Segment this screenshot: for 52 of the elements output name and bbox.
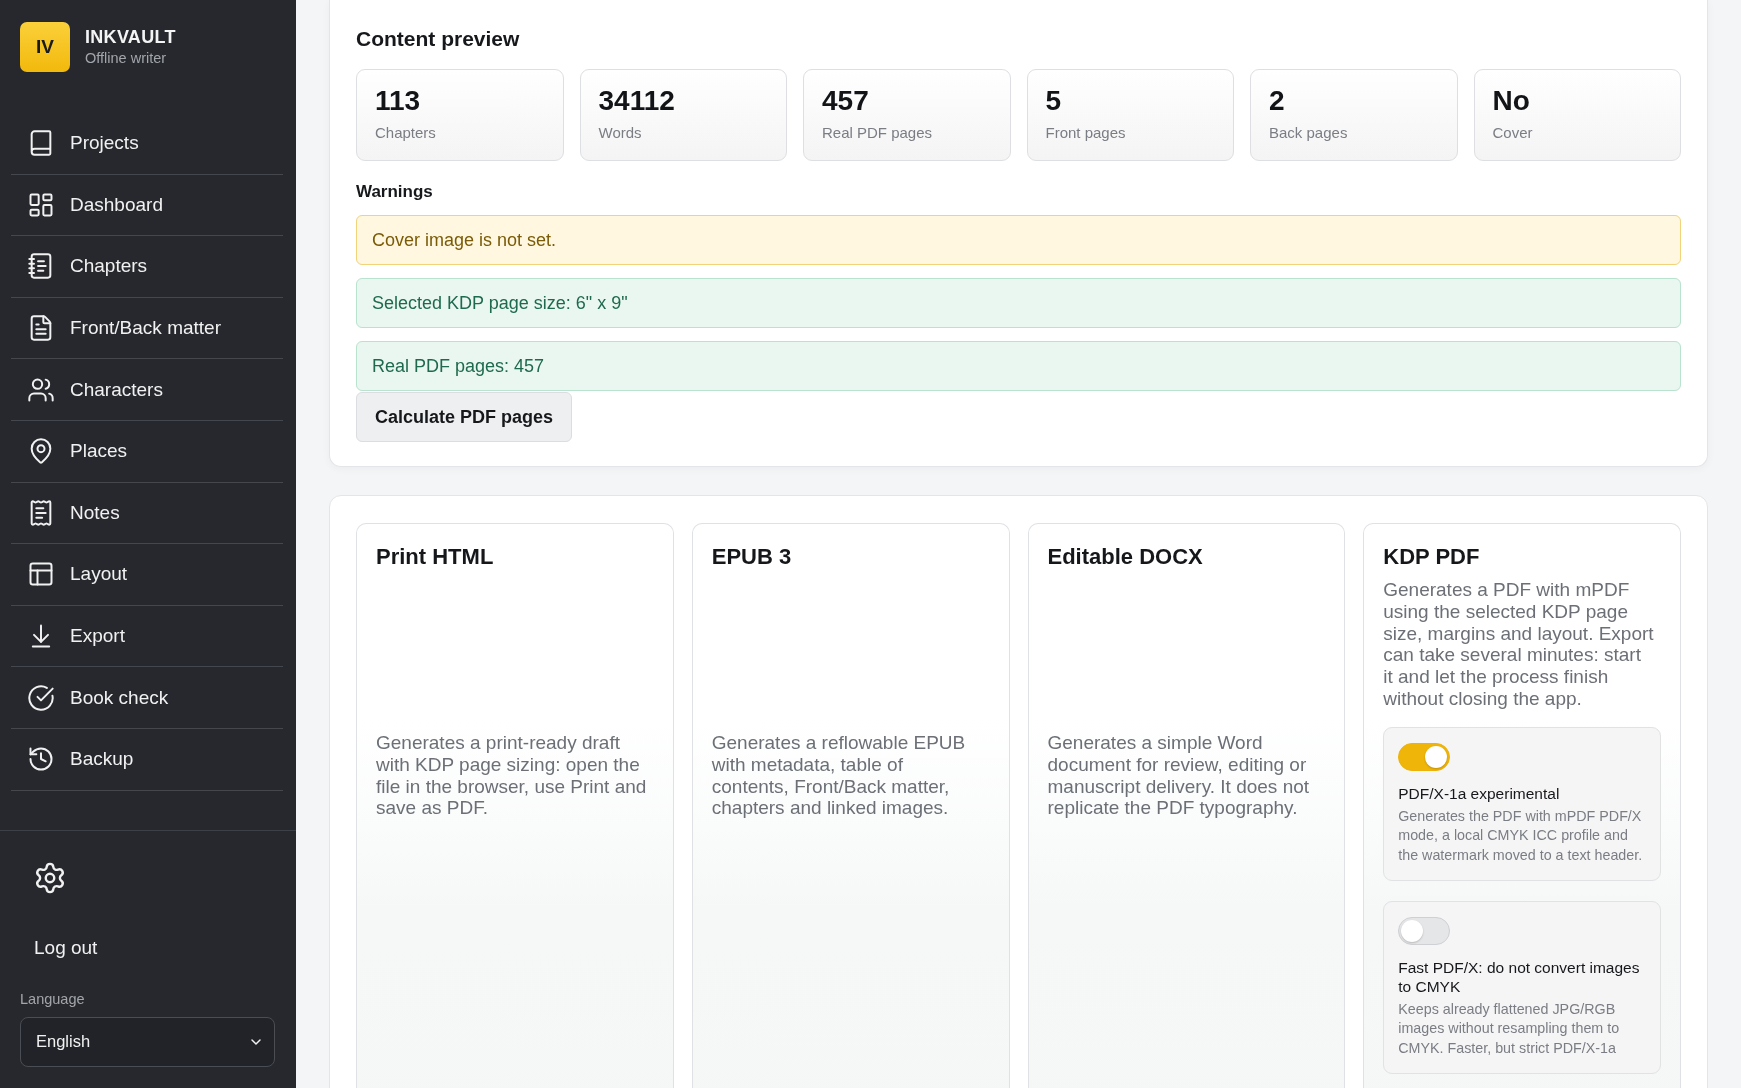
format-title: KDP PDF — [1383, 543, 1481, 571]
language-label: Language — [20, 990, 85, 1007]
nav-item[interactable]: Chapters — [11, 236, 283, 298]
nav-item[interactable]: Layout — [11, 544, 283, 606]
stat-value: 2 — [1269, 84, 1286, 118]
calculate-button[interactable]: Calculate PDF pages — [356, 392, 573, 442]
nav-item[interactable]: Notes — [11, 482, 283, 545]
nav-item[interactable]: Export — [11, 605, 283, 668]
nav-item[interactable]: Projects — [11, 113, 283, 175]
stat-value: 457 — [822, 84, 870, 118]
stat-label: Words — [598, 124, 643, 141]
format-description: Generates a PDF with mPDF using the selected KDP page size, margins and layout. Export can take several minutes: start it and let the process finish without closing the app. — [1383, 579, 1654, 710]
stat-label: Back pages — [1269, 124, 1349, 141]
option-title: Fast PDF/X: do not convert images to CMYK — [1398, 958, 1641, 996]
nav-item[interactable]: Characters — [11, 359, 283, 421]
stat-value: No — [1492, 84, 1531, 118]
option-description: Generates the PDF with mPDF PDF/X mode, a local CMYK ICC profile and the watermark moved to a text header. — [1398, 806, 1644, 865]
nav-item[interactable]: Places — [11, 420, 283, 483]
info-message: Real PDF pages: 457 — [356, 341, 1681, 391]
stat-label: Front pages — [1045, 124, 1127, 141]
stat-label: Cover — [1492, 124, 1534, 141]
stat-label: Real PDF pages — [822, 124, 934, 141]
app-logo: IV — [20, 22, 70, 72]
option-description: Keeps already flattened JPG/RGB images without resampling them to CMYK. Faster, but strict PDF/X-1a — [1398, 1000, 1621, 1058]
warnings-heading: Warnings — [356, 181, 434, 203]
stat-label: Chapters — [375, 124, 437, 141]
language-select[interactable]: English — [20, 1016, 275, 1067]
format-title: EPUB 3 — [711, 543, 793, 571]
app-name: INKVAULT — [85, 27, 176, 48]
settings-icon — [33, 860, 67, 895]
app-tagline: Offline writer — [85, 50, 168, 66]
stat-value: 34112 — [598, 84, 676, 118]
format-description: Generates a print-ready draft with KDP page sizing: open the file in the browser, use Print and save as PDF. — [376, 732, 647, 820]
info-message: Selected KDP page size: 6" x 9" — [356, 278, 1681, 328]
nav-item[interactable]: Dashboard — [11, 174, 283, 237]
format-description: Generates a reflowable EPUB with metadata, table of contents, Front/Back matter, chapters and linked images. — [711, 732, 967, 820]
format-title: Print HTML — [376, 543, 495, 571]
panel-title: Content preview — [356, 26, 521, 52]
option-title: PDF/X-1a experimental — [1398, 783, 1560, 803]
nav-item[interactable]: Backup — [11, 728, 283, 791]
toggle-switch[interactable] — [1398, 742, 1451, 771]
logout-button[interactable]: Log out — [34, 926, 98, 969]
nav-item[interactable]: Front/Back matter — [11, 297, 283, 360]
stat-value: 113 — [375, 84, 422, 118]
stat-value: 5 — [1045, 84, 1063, 118]
settings-button[interactable] — [33, 860, 67, 895]
check-circle-icon — [27, 683, 55, 712]
nav-item[interactable]: Book check — [11, 667, 283, 729]
toggle-switch[interactable] — [1398, 917, 1451, 945]
format-title: Editable DOCX — [1047, 543, 1204, 571]
format-description: Generates a simple Word document for review, editing or manuscript delivery. It does not replicate the PDF typography. — [1047, 732, 1311, 820]
warning-message: Cover image is not set. — [356, 215, 1681, 265]
